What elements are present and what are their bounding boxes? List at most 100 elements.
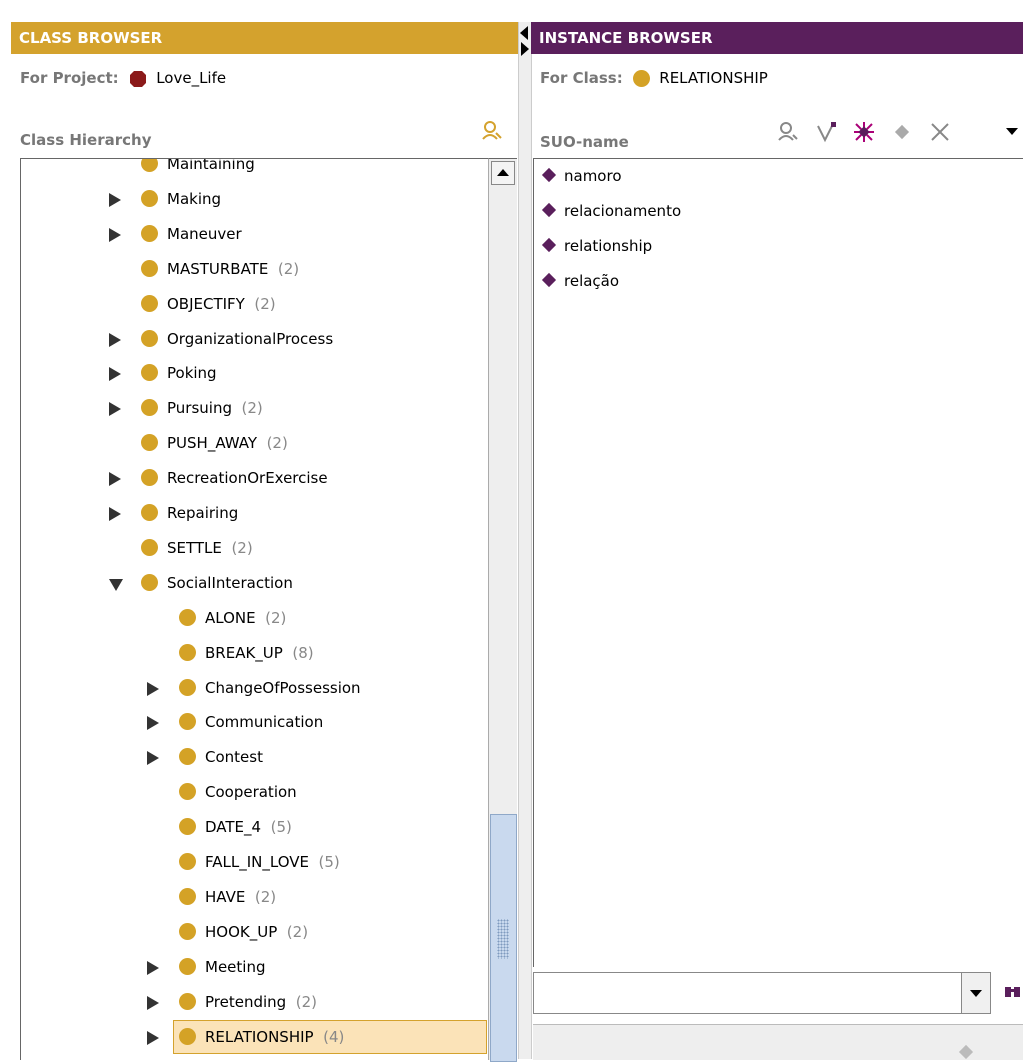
configure-instance-icon[interactable] bbox=[852, 120, 876, 144]
collapsed-arrow-icon[interactable] bbox=[109, 472, 121, 487]
instance-item[interactable]: relacionamento bbox=[534, 194, 1014, 228]
class-label: Communication bbox=[205, 705, 323, 739]
instance-item[interactable]: relação bbox=[534, 264, 1014, 298]
instance-name: relacionamento bbox=[564, 202, 682, 220]
split-divider[interactable] bbox=[518, 22, 532, 1059]
class-label: DATE_4 (5) bbox=[205, 810, 292, 844]
tree-row[interactable]: Maneuver bbox=[21, 217, 489, 251]
find-instance-icon[interactable] bbox=[776, 120, 800, 144]
collapsed-arrow-icon[interactable] bbox=[147, 995, 159, 1010]
tree-row[interactable]: Meeting bbox=[21, 950, 489, 984]
class-icon bbox=[179, 922, 196, 940]
project-icon bbox=[129, 70, 147, 88]
class-label: FALL_IN_LOVE (5) bbox=[205, 845, 340, 879]
tree-row[interactable]: RELATIONSHIP (4) bbox=[21, 1019, 489, 1054]
class-browser-header: CLASS BROWSER bbox=[11, 22, 518, 54]
collapsed-arrow-icon[interactable] bbox=[147, 960, 159, 975]
class-label: PUSH_AWAY (2) bbox=[167, 426, 288, 460]
lower-panel-icon[interactable] bbox=[957, 1039, 977, 1060]
tree-row[interactable]: ChangeOfPossession bbox=[21, 671, 489, 705]
tree-row[interactable]: OrganizationalProcess bbox=[21, 322, 489, 356]
class-name: SocialInteraction bbox=[167, 573, 293, 592]
tree-row[interactable]: OBJECTIFY (2) bbox=[21, 287, 489, 321]
tree-row[interactable]: SETTLE (2) bbox=[21, 531, 489, 565]
more-dropdown-icon[interactable] bbox=[1006, 128, 1018, 135]
instance-item[interactable]: relationship bbox=[534, 229, 1014, 263]
class-hierarchy-label: Class Hierarchy bbox=[20, 131, 152, 149]
class-label: For Class: bbox=[540, 69, 623, 87]
collapse-right-arrow-icon[interactable] bbox=[521, 42, 529, 56]
instance-count: (2) bbox=[268, 259, 300, 278]
tree-row[interactable]: PUSH_AWAY (2) bbox=[21, 426, 489, 460]
class-icon bbox=[141, 504, 158, 521]
tree-row[interactable]: Contest bbox=[21, 740, 489, 774]
delete-instance-icon[interactable] bbox=[928, 120, 952, 144]
tree-row[interactable]: BREAK_UP (8) bbox=[21, 636, 489, 670]
tree-row[interactable]: Maintaining bbox=[21, 159, 489, 181]
scroll-thumb[interactable] bbox=[490, 814, 517, 1062]
instance-diamond-icon[interactable] bbox=[892, 122, 912, 142]
class-label: HAVE (2) bbox=[205, 880, 276, 914]
class-icon bbox=[179, 853, 196, 870]
class-label: ChangeOfPossession bbox=[205, 671, 361, 705]
class-label: RecreationOrExercise bbox=[167, 461, 328, 495]
collapsed-arrow-icon[interactable] bbox=[147, 751, 159, 766]
tree-row[interactable]: Pretending (2) bbox=[21, 985, 489, 1019]
collapsed-arrow-icon[interactable] bbox=[147, 716, 159, 731]
tree-row[interactable]: Making bbox=[21, 182, 489, 216]
tree-row[interactable]: RecreationOrExercise bbox=[21, 461, 489, 495]
instance-count: (2) bbox=[277, 922, 309, 941]
tree-row[interactable]: ALONE (2) bbox=[21, 601, 489, 635]
search-dropdown-button[interactable] bbox=[961, 973, 990, 1013]
instance-count: (2) bbox=[245, 887, 277, 906]
class-label: OrganizationalProcess bbox=[167, 322, 333, 356]
class-label: Maintaining bbox=[167, 159, 255, 181]
class-label: Repairing bbox=[167, 496, 238, 530]
class-icon bbox=[633, 70, 651, 87]
class-icon bbox=[141, 434, 158, 452]
instance-search-combo[interactable] bbox=[533, 972, 991, 1014]
instance-search-input[interactable] bbox=[536, 975, 956, 1009]
instance-browser-header: INSTANCE BROWSER bbox=[531, 22, 1023, 54]
collapsed-arrow-icon[interactable] bbox=[147, 681, 159, 696]
instance-count: (2) bbox=[257, 434, 288, 453]
class-label: Contest bbox=[205, 740, 263, 774]
expanded-arrow-icon[interactable] bbox=[109, 578, 123, 591]
tree-row[interactable]: MASTURBATE (2) bbox=[21, 252, 489, 286]
class-tree[interactable]: Maintaining Making Maneuver MASTURBATE (2) O… bbox=[20, 158, 489, 1060]
tree-row[interactable]: Communication bbox=[21, 705, 489, 739]
instance-list[interactable]: namoro relacionamento relationship relação bbox=[533, 158, 1023, 967]
instance-browser-title: INSTANCE BROWSER bbox=[539, 29, 713, 47]
collapse-left-arrow-icon[interactable] bbox=[520, 26, 528, 40]
class-name: ALONE bbox=[205, 608, 256, 627]
collapsed-arrow-icon[interactable] bbox=[109, 332, 121, 347]
collapsed-arrow-icon[interactable] bbox=[109, 367, 121, 382]
find-class-icon[interactable] bbox=[480, 118, 504, 142]
instance-item[interactable]: namoro bbox=[534, 159, 1014, 193]
class-name: Making bbox=[167, 189, 222, 208]
class-tree-scrollbar[interactable] bbox=[488, 158, 517, 1062]
tree-row[interactable]: FALL_IN_LOVE (5) bbox=[21, 845, 489, 879]
create-instance-icon[interactable] bbox=[814, 120, 838, 144]
class-name: RecreationOrExercise bbox=[167, 469, 328, 488]
tree-row[interactable]: DATE_4 (5) bbox=[21, 810, 489, 844]
class-icon bbox=[179, 608, 196, 626]
tree-row[interactable]: Pursuing (2) bbox=[21, 391, 489, 425]
scroll-up-button[interactable] bbox=[491, 161, 515, 185]
collapsed-arrow-icon[interactable] bbox=[109, 507, 121, 521]
lower-panel bbox=[533, 1024, 1023, 1060]
instance-diamond-icon bbox=[541, 202, 557, 218]
class-name: HOOK_UP bbox=[205, 922, 278, 941]
tree-row[interactable]: Cooperation bbox=[21, 775, 489, 809]
collapsed-arrow-icon[interactable] bbox=[147, 1030, 159, 1045]
collapsed-arrow-icon[interactable] bbox=[109, 227, 121, 242]
collapsed-arrow-icon[interactable] bbox=[109, 402, 121, 417]
tree-row[interactable]: HAVE (2) bbox=[21, 880, 489, 914]
tree-row[interactable]: Poking bbox=[21, 356, 489, 390]
tree-row[interactable]: HOOK_UP (2) bbox=[21, 915, 489, 949]
binoculars-icon[interactable] bbox=[1004, 983, 1023, 1001]
tree-row[interactable]: SocialInteraction bbox=[21, 566, 489, 600]
tree-row[interactable]: Repairing bbox=[21, 496, 489, 530]
collapsed-arrow-icon[interactable] bbox=[109, 192, 121, 207]
class-label: SocialInteraction bbox=[167, 566, 293, 600]
